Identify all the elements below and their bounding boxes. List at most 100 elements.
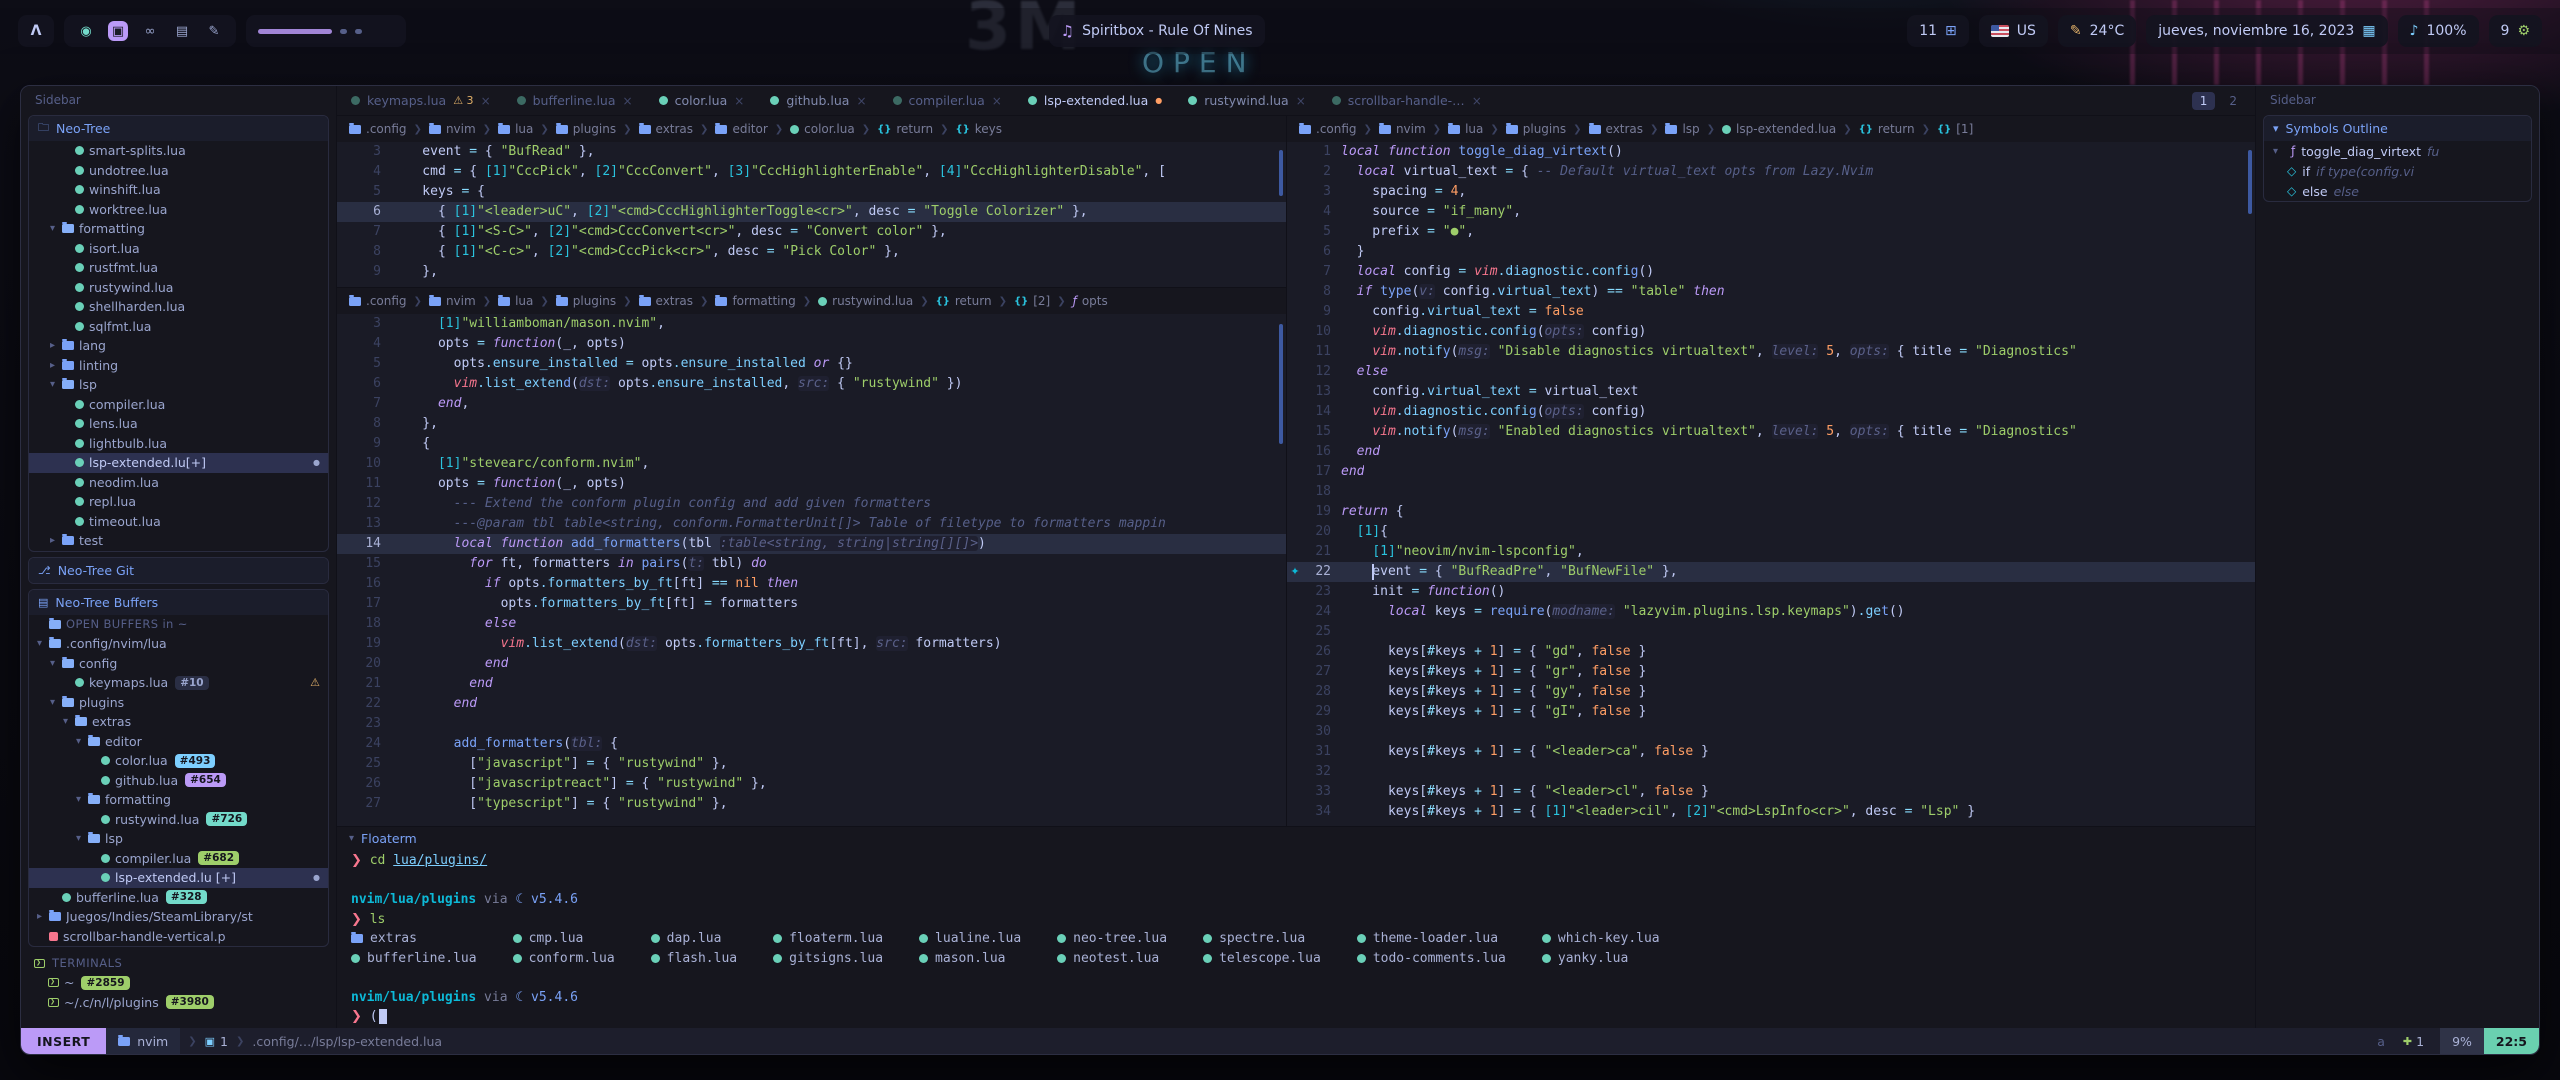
tree-item[interactable]: repl.lua [29,492,328,512]
launcher-button[interactable]: Λ [18,15,54,47]
tree-item[interactable]: ▸lang [29,336,328,356]
tree-item[interactable]: ▾lsp [29,375,328,395]
clipboard-icon[interactable]: ▤ [172,21,192,41]
code-line[interactable]: 14 local function add_formatters(tbl :ta… [337,534,1286,554]
code-line[interactable]: 10 [1]"stevearc/conform.nvim", [337,454,1286,474]
code-line[interactable]: 20 [1]{ [1287,522,2255,542]
scrollbar-handle[interactable] [1279,324,1283,444]
code-line[interactable]: 8 if type(v: config.virtual_text) == "ta… [1287,282,2255,302]
code-line[interactable]: 18 else [337,614,1286,634]
code-line[interactable]: 5 opts.ensure_installed = opts.ensure_in… [337,354,1286,374]
tab-github-lua[interactable]: github.lua× [770,86,866,115]
code-line[interactable]: 23 [337,714,1286,734]
tree-item[interactable]: ▾plugins [29,693,328,713]
chevron-right-icon[interactable]: ▸ [50,340,62,351]
file-entry[interactable]: spectre.lua [1203,929,1321,949]
tree-item[interactable]: isort.lua [29,239,328,259]
code-line[interactable]: 5 keys = { [337,182,1286,202]
tree-item[interactable]: ▾config [29,654,328,674]
code-line[interactable]: 12 --- Extend the conform plugin config … [337,494,1286,514]
tree-item[interactable]: ▾formatting [29,790,328,810]
file-entry[interactable]: which-key.lua [1542,929,1660,949]
code-line[interactable]: 13 ---@param tbl table<string, conform.F… [337,514,1286,534]
code-line[interactable]: 32 [1287,762,2255,782]
code-line[interactable]: 28 keys[#keys + 1] = { "gy", false } [1287,682,2255,702]
tree-item[interactable]: ▾formatting [29,219,328,239]
tree-item[interactable]: shellharden.lua [29,297,328,317]
file-entry[interactable]: dap.lua [651,929,737,949]
tree-item[interactable]: ▸test [29,531,328,551]
tree-item[interactable]: ▾.config/nvim/lua [29,634,328,654]
chevron-down-icon[interactable]: ▾ [76,736,88,747]
tree-item[interactable]: rustywind.lua [29,278,328,298]
close-icon[interactable]: × [734,94,744,108]
tree-item[interactable]: sqlfmt.lua [29,317,328,337]
code-line[interactable]: 10 vim.diagnostic.config(opts: config) [1287,322,2255,342]
volume-widget[interactable]: ♪100% [2398,15,2479,47]
file-entry[interactable]: neotest.lua [1057,949,1167,969]
code-line[interactable]: 15 vim.notify(msg: "Enabled diagnostics … [1287,422,2255,442]
tab-compiler-lua[interactable]: compiler.lua× [893,86,1002,115]
code-area[interactable]: 1local function toggle_diag_virtext()2 l… [1287,142,2255,822]
code-line[interactable]: 31 keys[#keys + 1] = { "<leader>ca", fal… [1287,742,2255,762]
code-line[interactable]: 22 end [337,694,1286,714]
code-line[interactable]: 23 init = function() [1287,582,2255,602]
code-line[interactable]: 17 opts.formatters_by_ft[ft] = formatter… [337,594,1286,614]
tree-item[interactable]: scrollbar-handle-vertical.p [29,927,328,947]
keyboard-layout-widget[interactable]: US [1979,15,2048,47]
code-line[interactable]: 25 [1287,622,2255,642]
tab-bufferline-lua[interactable]: bufferline.lua× [517,86,633,115]
chevron-right-icon[interactable]: ▸ [50,535,62,546]
tab-keymaps-lua[interactable]: keymaps.lua⚠ 3× [351,86,491,115]
code-line[interactable]: 13 config.virtual_text = virtual_text [1287,382,2255,402]
chevron-right-icon[interactable]: ▸ [37,911,49,922]
tree-item[interactable]: keymaps.lua#10⚠ [29,673,328,693]
code-line[interactable]: 16 if opts.formatters_by_ft[ft] == nil t… [337,574,1286,594]
code-line[interactable]: 26 keys[#keys + 1] = { "gd", false } [1287,642,2255,662]
code-line[interactable]: 8 }, [337,414,1286,434]
code-line[interactable]: 19 vim.list_extend(dst: opts.formatters_… [337,634,1286,654]
floaterm-header[interactable]: ▾ Floaterm [337,827,2255,849]
file-entry[interactable]: flash.lua [651,949,737,969]
file-entry[interactable]: neo-tree.lua [1057,929,1167,949]
tree-item[interactable]: smart-splits.lua [29,141,328,161]
code-line[interactable]: 27 keys[#keys + 1] = { "gr", false } [1287,662,2255,682]
window-count-widget[interactable]: 11⊞ [1907,15,1969,47]
outline-item[interactable]: ▾ƒtoggle_diag_virtextfu [2264,141,2531,161]
code-line[interactable]: 12 else [1287,362,2255,382]
file-entry[interactable]: lualine.lua [919,929,1021,949]
code-line[interactable]: 9 config.virtual_text = false [1287,302,2255,322]
tab-color-lua[interactable]: color.lua× [659,86,745,115]
code-line[interactable]: 7 end, [337,394,1286,414]
code-line[interactable]: 30 [1287,722,2255,742]
tree-item[interactable]: ▸linting [29,356,328,376]
code-line[interactable]: 11 vim.notify(msg: "Disable diagnostics … [1287,342,2255,362]
code-line[interactable]: 29 keys[#keys + 1] = { "gI", false } [1287,702,2255,722]
close-icon[interactable]: × [992,94,1002,108]
code-line[interactable]: 6 { [1]"<leader>uC", [2]"<cmd>CccHighlig… [337,202,1286,222]
notes-icon[interactable]: ✎ [204,21,224,41]
code-line[interactable]: 3 [1]"williamboman/mason.nvim", [337,314,1286,334]
file-entry[interactable]: gitsigns.lua [773,949,883,969]
code-line[interactable]: 4 cmd = { [1]"CccPick", [2]"CccConvert",… [337,162,1286,182]
file-entry[interactable]: mason.lua [919,949,1021,969]
code-line[interactable]: 11 opts = function(_, opts) [337,474,1286,494]
tree-item[interactable]: ▸Juegos/Indies/SteamLibrary/st [29,907,328,927]
code-line[interactable]: 33 keys[#keys + 1] = { "<leader>cl", fal… [1287,782,2255,802]
file-entry[interactable]: theme-loader.lua [1357,929,1506,949]
music-widget[interactable]: ♫ Spiritbox - Rule Of Nines [1049,15,1265,47]
file-entry[interactable]: conform.lua [513,949,615,969]
tree-item[interactable]: worktree.lua [29,200,328,220]
code-line[interactable]: 6 } [1287,242,2255,262]
tree-item[interactable]: bufferline.lua#328 [29,888,328,908]
file-entry[interactable]: telescope.lua [1203,949,1321,969]
tree-item[interactable]: OPEN BUFFERS in ~ [29,615,328,635]
code-line[interactable]: 7 local config = vim.diagnostic.config() [1287,262,2255,282]
close-icon[interactable]: × [856,94,866,108]
chevron-down-icon[interactable]: ▾ [50,658,62,669]
code-line[interactable]: 17end [1287,462,2255,482]
tree-item[interactable]: timeout.lua [29,512,328,532]
tab-rustywind-lua[interactable]: rustywind.lua× [1188,86,1306,115]
code-line[interactable]: 16 end [1287,442,2255,462]
file-entry[interactable]: bufferline.lua [351,949,477,969]
